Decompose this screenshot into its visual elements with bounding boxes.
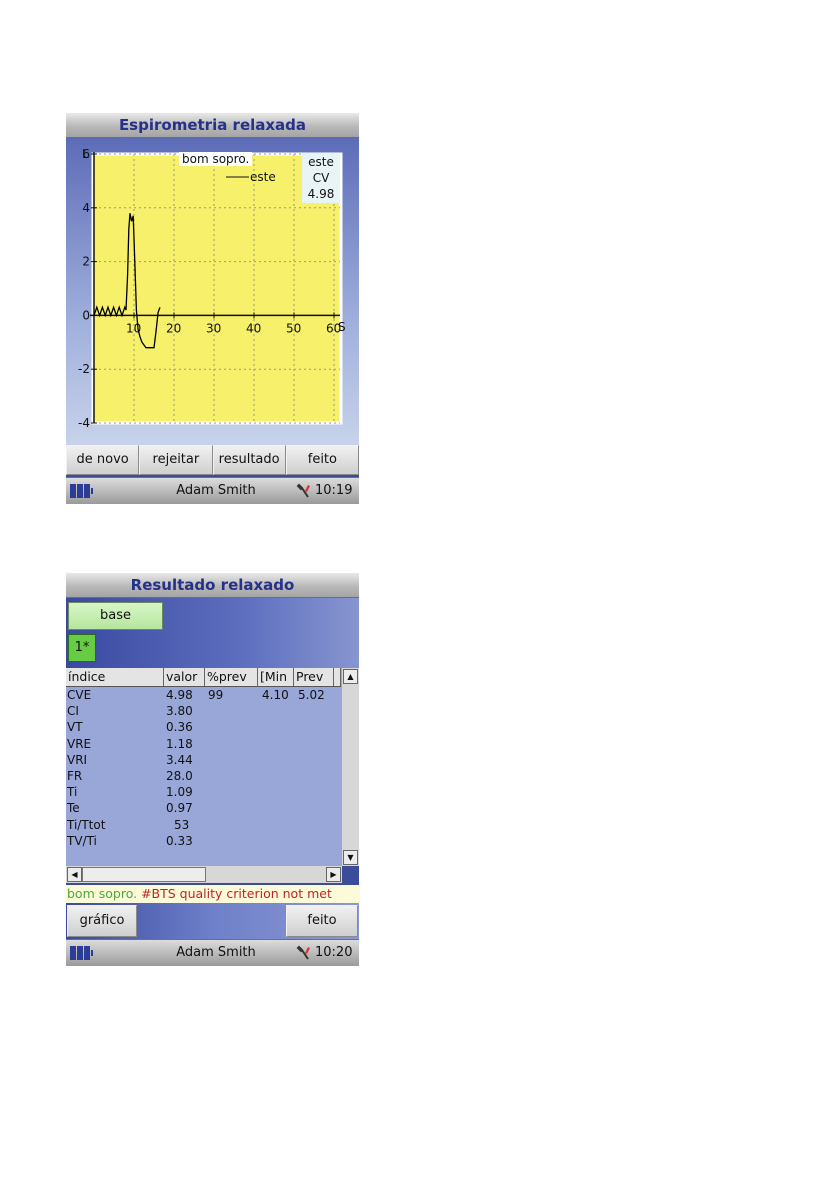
scroll-left-arrow-icon[interactable]: ◀ <box>67 867 82 882</box>
screen-title: Espirometria relaxada <box>118 116 307 134</box>
cell-index: VT <box>67 720 83 735</box>
cell-min: 4.10 <box>262 688 289 702</box>
status-bar: Adam Smith 10:20 <box>66 939 359 966</box>
scroll-up-arrow-icon[interactable]: ▲ <box>343 669 358 684</box>
cell-value: 0.36 <box>166 720 193 735</box>
cell-value: 3.44 <box>166 752 193 767</box>
action-button-bar: gráfico feito <box>66 903 359 939</box>
table-row[interactable]: Ti 1.09 <box>66 784 341 800</box>
chart-area: 10 20 30 40 50 60 6 4 2 0 -2 -4 L S bom sopro. este… <box>66 138 359 445</box>
cell-value: 3.80 <box>166 704 193 719</box>
done-button[interactable]: feito <box>286 905 358 937</box>
table-row[interactable]: VT 0.36 <box>66 719 341 735</box>
cell-index: CI <box>67 704 79 719</box>
reject-button[interactable]: rejeitar <box>139 445 213 475</box>
info-line-3: 4.98 <box>308 187 335 201</box>
done-button[interactable]: feito <box>285 445 359 475</box>
result-button[interactable]: resultado <box>212 445 286 475</box>
cell-index: VRE <box>67 736 92 751</box>
y-tick-label: 0 <box>82 308 90 322</box>
y-tick-label: -2 <box>78 362 90 376</box>
base-button[interactable]: base <box>68 602 163 630</box>
title-bar: Espirometria relaxada <box>66 113 359 138</box>
cell-value: 0.33 <box>166 833 193 848</box>
x-tick-label: 20 <box>166 321 181 335</box>
table-row[interactable]: Ti/Ttot 53 <box>66 817 341 833</box>
scroll-right-arrow-icon[interactable]: ▶ <box>326 867 341 882</box>
cell-value: 1.18 <box>166 736 193 751</box>
table-row[interactable]: CVE 4.98 99 4.10 5.02 <box>66 687 341 703</box>
cell-index: Ti/Ttot <box>67 817 106 832</box>
results-screen: Resultado relaxado base 1* índice valor … <box>66 573 360 966</box>
screen-title: Resultado relaxado <box>130 576 295 594</box>
trial-1-button[interactable]: 1* <box>68 634 96 662</box>
y-tick-label: 4 <box>82 201 90 215</box>
info-line-2: CV <box>313 171 330 185</box>
volume-time-chart: 10 20 30 40 50 606420-2-4 L S bom sopro. este… <box>78 147 346 430</box>
vertical-scrollbar[interactable]: ▲ ▼ <box>342 668 359 866</box>
cell-index: TV/Ti <box>67 833 97 848</box>
horizontal-scroll-thumb[interactable] <box>82 867 206 882</box>
spirometry-screen: Espirometria relaxada 10 20 30 40 50 60 6 4 2 0 -2… <box>66 113 359 504</box>
table-row[interactable]: TV/Ti 0.33 <box>66 833 341 849</box>
cell-value: 4.98 <box>166 688 193 702</box>
legend-label: este <box>250 170 276 184</box>
results-table: índice valor %prev [Min Prev CVE 4.98 99… <box>66 668 359 883</box>
table-row[interactable]: Te 0.97 <box>66 800 341 816</box>
cell-value: 1.09 <box>166 785 193 800</box>
cell-index: Ti <box>67 785 78 800</box>
tools-icon[interactable] <box>296 483 312 499</box>
status-bar: Adam Smith 10:19 <box>66 477 359 504</box>
cell-pred: 5.02 <box>298 688 325 702</box>
table-body: CVE 4.98 99 4.10 5.02 CI 3.80 VT 0.36 VR… <box>66 687 341 849</box>
quality-message: bom sopro. #BTS quality criterion not me… <box>66 885 360 903</box>
x-tick-label: 50 <box>286 321 301 335</box>
column-header-pred[interactable]: Prev <box>294 668 334 686</box>
scroll-down-arrow-icon[interactable]: ▼ <box>343 850 358 865</box>
quality-label: bom sopro. <box>182 152 249 166</box>
table-row[interactable]: VRE 1.18 <box>66 736 341 752</box>
table-header: índice valor %prev [Min Prev <box>66 668 341 687</box>
y-tick-label: 2 <box>82 255 90 269</box>
title-bar: Resultado relaxado <box>66 573 359 598</box>
column-header-more[interactable] <box>334 668 341 686</box>
chart-button[interactable]: gráfico <box>67 905 137 937</box>
table-row[interactable]: VRI 3.44 <box>66 752 341 768</box>
action-button-bar: de novo rejeitar resultado feito <box>66 445 359 475</box>
tools-icon[interactable] <box>296 945 312 961</box>
column-header-pct-pred[interactable]: %prev <box>205 668 258 686</box>
x-axis-unit-label: S <box>338 320 346 334</box>
message-good: bom sopro. <box>67 886 138 901</box>
info-line-1: este <box>308 155 334 169</box>
x-tick-label: 40 <box>246 321 261 335</box>
cell-index: CVE <box>67 688 92 702</box>
table-row[interactable]: CI 3.80 <box>66 703 341 719</box>
column-header-min[interactable]: [Min <box>258 668 294 686</box>
cell-index: FR <box>67 768 83 783</box>
cell-value: 28.0 <box>166 768 193 783</box>
x-tick-label: 30 <box>206 321 221 335</box>
column-header-index[interactable]: índice <box>66 668 164 686</box>
cell-value: 53 <box>174 817 190 832</box>
clock: 10:20 <box>315 945 353 960</box>
y-axis-unit-label: L <box>82 147 89 161</box>
redo-button[interactable]: de novo <box>66 445 140 475</box>
table-row[interactable]: FR 28.0 <box>66 768 341 784</box>
horizontal-scrollbar[interactable]: ◀ ▶ <box>66 866 342 883</box>
cell-value: 0.97 <box>166 801 193 816</box>
column-header-value[interactable]: valor <box>164 668 205 686</box>
cell-index: Te <box>67 801 80 816</box>
clock: 10:19 <box>315 483 353 498</box>
cell-pct-pred: 99 <box>208 688 224 702</box>
y-tick-label: -4 <box>78 416 90 430</box>
cell-index: VRI <box>67 752 88 767</box>
message-bad: #BTS quality criterion not met <box>137 886 332 901</box>
